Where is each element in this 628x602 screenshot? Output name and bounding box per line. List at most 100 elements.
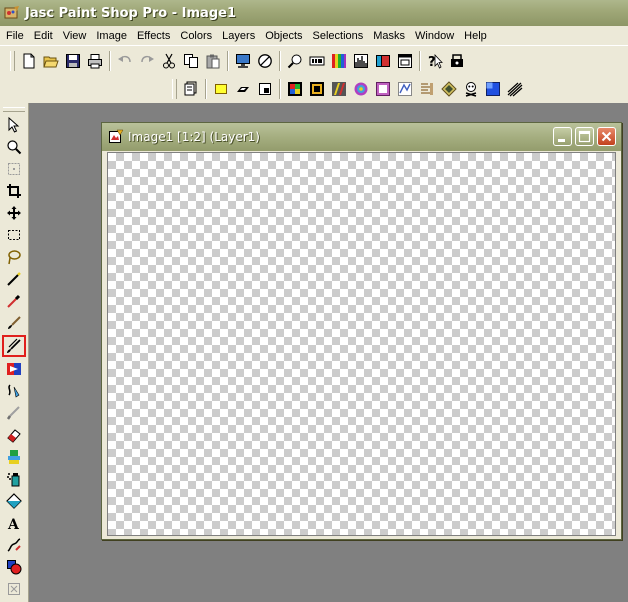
browse-button[interactable] — [180, 78, 202, 100]
picture-frame-button[interactable] — [372, 78, 394, 100]
print-button[interactable] — [84, 50, 106, 72]
texture-button[interactable] — [416, 78, 438, 100]
edge-effect-button[interactable] — [394, 78, 416, 100]
colorize-button[interactable] — [328, 78, 350, 100]
magic-wand-tool[interactable] — [3, 269, 25, 289]
blur-button[interactable] — [460, 78, 482, 100]
minimize-button[interactable] — [553, 127, 572, 146]
crop-tool[interactable] — [3, 181, 25, 201]
copy-button[interactable] — [180, 50, 202, 72]
redo-button[interactable] — [136, 50, 158, 72]
save-button[interactable] — [62, 50, 84, 72]
overview-window-button[interactable] — [394, 50, 416, 72]
toolbar-grip[interactable] — [172, 79, 177, 99]
paint-brush-tool[interactable] — [3, 313, 25, 333]
app-title: Jasc Paint Shop Pro - Image1 — [25, 5, 237, 21]
color-replacer-tool[interactable] — [3, 359, 25, 379]
color-balance-button[interactable] — [504, 78, 526, 100]
menu-objects[interactable]: Objects — [260, 30, 307, 42]
flood-fill-tool[interactable] — [3, 491, 25, 511]
script-button[interactable] — [446, 50, 468, 72]
selection-tool[interactable] — [3, 225, 25, 245]
cut-button[interactable] — [158, 50, 180, 72]
menu-selections[interactable]: Selections — [308, 30, 369, 42]
histogram-button[interactable] — [350, 50, 372, 72]
close-button[interactable] — [597, 127, 616, 146]
full-screen-preview-button[interactable] — [232, 50, 254, 72]
mover-tool[interactable] — [3, 203, 25, 223]
layer-palette-button[interactable] — [372, 50, 394, 72]
menu-help[interactable]: Help — [459, 30, 492, 42]
menu-masks[interactable]: Masks — [368, 30, 410, 42]
picture-tube-tool[interactable] — [3, 447, 25, 467]
colorize-icon — [332, 82, 346, 96]
arrow-tool-icon — [8, 117, 20, 133]
tool-options-button[interactable] — [306, 50, 328, 72]
clone-brush-tool[interactable] — [2, 335, 26, 357]
retouch-tool[interactable] — [3, 381, 25, 401]
color-palette-button[interactable] — [328, 50, 350, 72]
paste-button[interactable] — [202, 50, 224, 72]
artistic-button[interactable] — [438, 78, 460, 100]
selection-magic-icon — [259, 83, 271, 95]
arithmetic-button[interactable] — [284, 78, 306, 100]
histogram-icon — [354, 54, 368, 68]
frame-button[interactable] — [306, 78, 328, 100]
toolbar-separator — [279, 51, 281, 71]
freehand-tool[interactable] — [3, 247, 25, 267]
blur-icon — [465, 82, 477, 97]
menu-view[interactable]: View — [58, 30, 92, 42]
noise-icon — [486, 82, 500, 96]
menu-edit[interactable]: Edit — [29, 30, 58, 42]
help-icon: ? — [428, 53, 443, 69]
tool-palette-grip[interactable] — [3, 107, 25, 112]
selection-magic-button[interactable] — [254, 78, 276, 100]
arrow-tool[interactable] — [3, 115, 25, 135]
menu-window[interactable]: Window — [410, 30, 459, 42]
scratch-remover-tool[interactable] — [3, 403, 25, 423]
dropper-tool[interactable] — [3, 291, 25, 311]
selection-freehand-icon — [237, 87, 249, 92]
standard-toolbar: ? — [8, 49, 468, 73]
menu-file[interactable]: File — [0, 30, 29, 42]
edge-effect-icon — [398, 82, 412, 96]
toolbar-separator — [227, 51, 229, 71]
arithmetic-icon — [288, 82, 302, 96]
new-icon — [23, 53, 35, 69]
toolbar-separator — [419, 51, 421, 71]
undo-button[interactable] — [114, 50, 136, 72]
image-document-window: Image1 [1:2] (Layer1) — [101, 122, 622, 540]
toolbar-separator — [279, 79, 281, 99]
tool-palette: A — [0, 103, 29, 602]
zoom-tool[interactable] — [3, 137, 25, 157]
zoom-button[interactable] — [284, 50, 306, 72]
maximize-button[interactable] — [575, 127, 594, 146]
deform-tool[interactable] — [3, 159, 25, 179]
noise-button[interactable] — [482, 78, 504, 100]
toolbar-grip[interactable] — [10, 51, 15, 71]
menu-colors[interactable]: Colors — [175, 30, 217, 42]
document-titlebar[interactable]: Image1 [1:2] (Layer1) — [102, 123, 621, 151]
selection-rect-button[interactable] — [210, 78, 232, 100]
maximize-icon — [578, 130, 591, 143]
open-button[interactable] — [40, 50, 62, 72]
draw-tool[interactable] — [3, 535, 25, 555]
menu-effects[interactable]: Effects — [132, 30, 175, 42]
effect-browser-button[interactable] — [350, 78, 372, 100]
transparent-image-canvas[interactable] — [107, 152, 616, 536]
text-tool[interactable]: A — [3, 513, 25, 533]
minimize-icon — [558, 139, 565, 142]
menu-image[interactable]: Image — [91, 30, 132, 42]
close-icon — [601, 131, 612, 142]
full-screen-preview-icon — [236, 54, 250, 68]
menu-layers[interactable]: Layers — [217, 30, 260, 42]
airbrush-tool[interactable] — [3, 469, 25, 489]
copy-icon — [184, 54, 198, 68]
help-button[interactable]: ? — [424, 50, 446, 72]
new-button[interactable] — [18, 50, 40, 72]
normal-viewing-button[interactable] — [254, 50, 276, 72]
preset-shapes-tool[interactable] — [3, 557, 25, 577]
selection-freehand-button[interactable] — [232, 78, 254, 100]
eraser-tool[interactable] — [3, 425, 25, 445]
object-selector-tool[interactable] — [3, 579, 25, 599]
